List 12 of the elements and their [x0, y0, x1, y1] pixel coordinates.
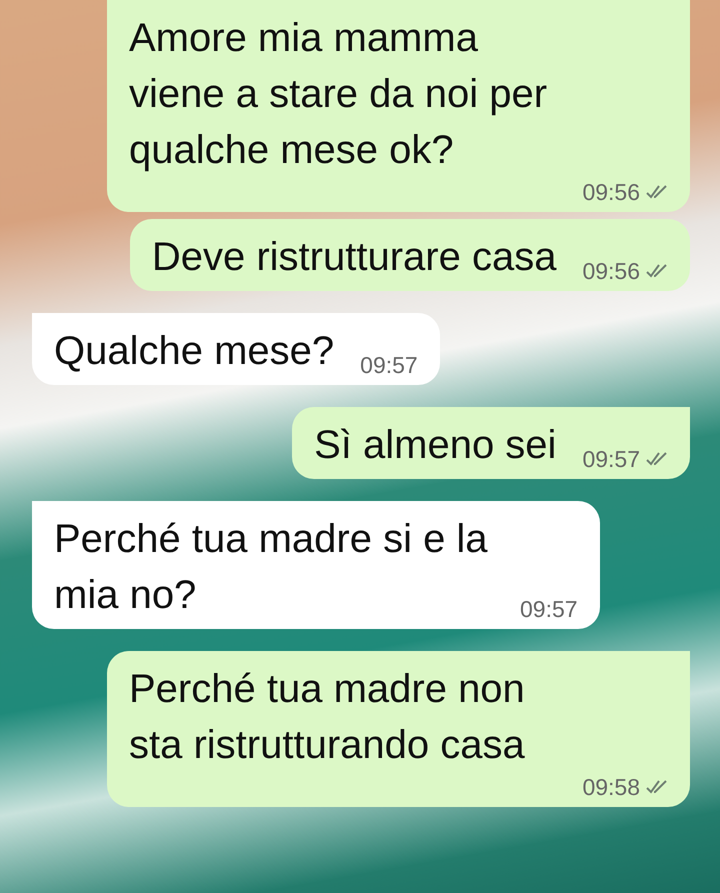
message-time: 09:56: [582, 178, 640, 206]
message-text: Deve ristrutturare casa: [152, 234, 556, 281]
message-text: Amore mia mamma viene a stare da noi per qualche mese ok?: [129, 15, 548, 174]
message-time: 09:56: [582, 257, 640, 285]
message-text: Perché tua madre non sta ristrutturando casa: [129, 666, 526, 769]
message-time: 09:57: [360, 351, 418, 379]
message-time: 09:57: [582, 445, 640, 473]
message-text: Sì almeno sei: [314, 422, 556, 469]
message-text: Perché tua madre si e la mia no?: [54, 516, 489, 619]
message-time: 09:58: [582, 773, 640, 801]
message-text: Qualche mese?: [54, 328, 334, 375]
message-time: 09:57: [520, 595, 578, 623]
